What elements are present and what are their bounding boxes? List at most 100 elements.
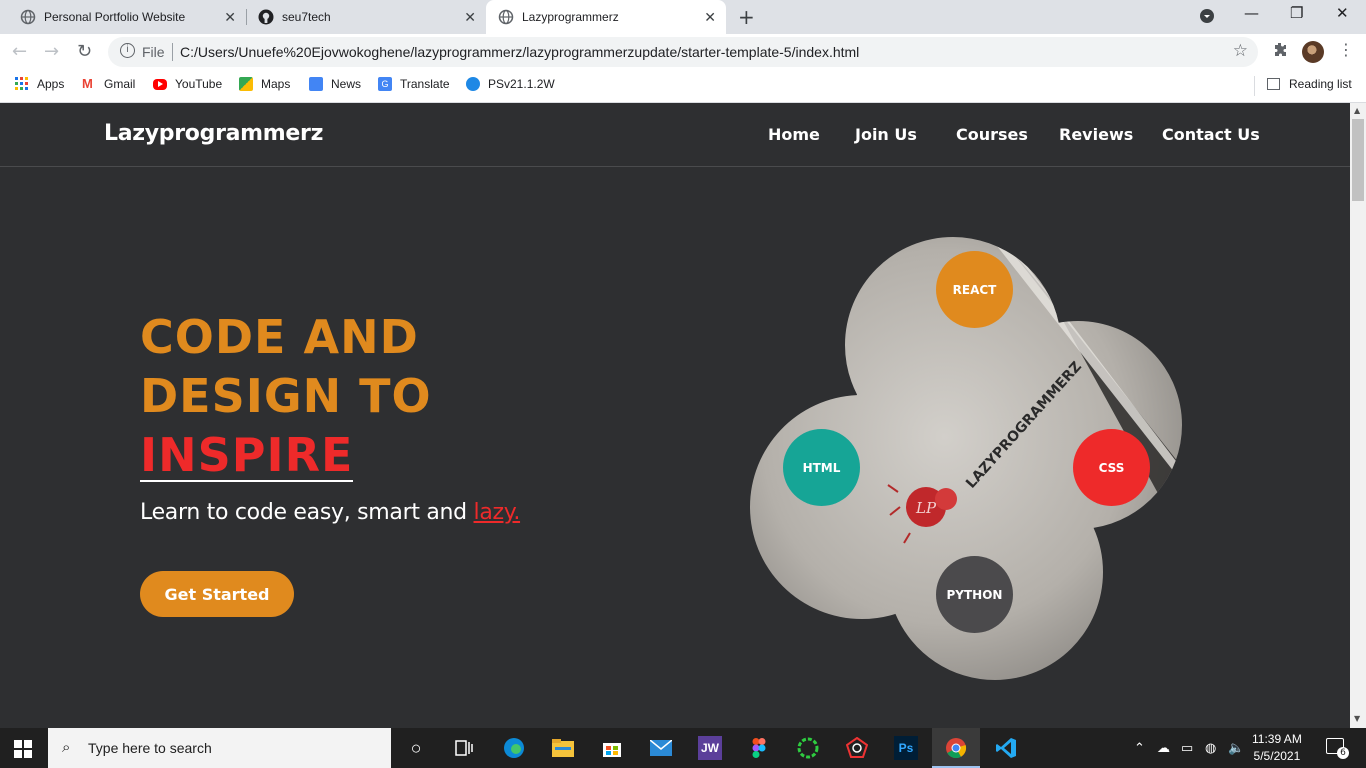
- clock-date: 5/5/2021: [1253, 749, 1301, 763]
- close-tab-icon[interactable]: ✕: [704, 9, 716, 26]
- store-icon[interactable]: [600, 736, 624, 760]
- bookmarks-bar: Apps M Gmail YouTube Maps News G Transla…: [0, 70, 1366, 103]
- reload-icon[interactable]: ↻: [77, 41, 92, 62]
- hero-line-3: INSPIRE: [140, 428, 354, 482]
- bookmark-psv[interactable]: PSv21.1.2W: [466, 77, 555, 91]
- minimize-icon[interactable]: —: [1244, 4, 1259, 22]
- nav-contact-us[interactable]: Contact Us: [1162, 125, 1260, 144]
- get-started-button[interactable]: Get Started: [140, 571, 294, 617]
- close-tab-icon[interactable]: ✕: [224, 9, 236, 26]
- jw-app-icon[interactable]: JW: [698, 736, 722, 760]
- web-page: Lazyprogrammerz Home Join Us Courses Rev…: [0, 103, 1350, 728]
- hero-heading: CODE AND DESIGN TO INSPIRE: [140, 308, 432, 485]
- browser-chrome: Personal Portfolio Website ✕ seu7tech ✕ …: [0, 0, 1366, 103]
- badge-react: REACT: [936, 251, 1013, 328]
- translate-icon: G: [378, 77, 392, 91]
- search-icon: ⌕: [62, 739, 71, 756]
- address-divider: [172, 43, 173, 61]
- profile-avatar[interactable]: [1302, 41, 1324, 63]
- web-app-icon[interactable]: [845, 736, 869, 760]
- bookmark-apps[interactable]: Apps: [15, 77, 64, 91]
- reading-list-label: Reading list: [1289, 77, 1352, 91]
- clock-time: 11:39 AM: [1252, 732, 1302, 746]
- youtube-icon: [153, 78, 167, 90]
- address-bar[interactable]: i File C:/Users/Unuefe%20Ejovwokoghene/l…: [108, 37, 1258, 67]
- network-icon[interactable]: ◍: [1205, 740, 1216, 756]
- close-window-icon[interactable]: ✕: [1336, 4, 1349, 22]
- more-menu-icon[interactable]: ⋮: [1338, 40, 1354, 59]
- tray-chevron-icon[interactable]: ⌃: [1134, 740, 1145, 756]
- tab-strip: Personal Portfolio Website ✕ seu7tech ✕ …: [0, 0, 1366, 34]
- badge-css: CSS: [1073, 429, 1150, 506]
- bookmark-label: Translate: [400, 77, 450, 91]
- bookmark-star-icon[interactable]: ☆: [1233, 41, 1248, 61]
- notification-count: 6: [1337, 747, 1349, 759]
- system-clock[interactable]: 11:39 AM 5/5/2021: [1252, 731, 1302, 765]
- scroll-down-icon[interactable]: ▼: [1354, 714, 1360, 723]
- cortana-icon[interactable]: ○: [404, 736, 428, 760]
- globe-icon: [498, 9, 514, 25]
- site-logo[interactable]: Lazyprogrammerz: [104, 121, 323, 146]
- page-scrollbar[interactable]: ▲ ▼: [1350, 103, 1366, 728]
- chrome-icon: [944, 736, 968, 760]
- tab-seu7tech[interactable]: seu7tech ✕: [238, 0, 486, 34]
- scrollbar-thumb[interactable]: [1352, 119, 1364, 201]
- scroll-up-icon[interactable]: ▲: [1354, 106, 1360, 115]
- url-text[interactable]: C:/Users/Unuefe%20Ejovwokoghene/lazyprog…: [180, 44, 859, 60]
- tab-title: Personal Portfolio Website: [44, 10, 186, 24]
- ps-icon: [466, 77, 480, 91]
- mail-icon[interactable]: [649, 736, 673, 760]
- maps-icon: [239, 77, 253, 91]
- bookmark-translate[interactable]: G Translate: [378, 77, 450, 91]
- bookmark-youtube[interactable]: YouTube: [153, 77, 222, 91]
- battery-icon[interactable]: ▭: [1181, 740, 1193, 756]
- forward-icon[interactable]: →: [44, 41, 59, 62]
- info-icon[interactable]: i: [120, 43, 135, 58]
- figma-icon[interactable]: [747, 736, 771, 760]
- browser-toolbar: ← → ↻ i File C:/Users/Unuefe%20Ejovwokog…: [0, 34, 1366, 70]
- tab-title: seu7tech: [282, 10, 331, 24]
- windows-start-icon[interactable]: [14, 740, 32, 758]
- close-tab-icon[interactable]: ✕: [464, 9, 476, 26]
- nav-reviews[interactable]: Reviews: [1059, 125, 1133, 144]
- reading-list-button[interactable]: Reading list: [1267, 77, 1352, 91]
- photoshop-icon[interactable]: Ps: [894, 736, 918, 760]
- task-view-icon[interactable]: [452, 736, 476, 760]
- bookmark-news[interactable]: News: [309, 77, 361, 91]
- globe-icon: [20, 9, 36, 25]
- file-explorer-icon[interactable]: [551, 736, 575, 760]
- extensions-icon[interactable]: [1272, 42, 1288, 62]
- back-icon[interactable]: ←: [12, 41, 27, 62]
- news-icon: [309, 77, 323, 91]
- gmail-icon: M: [82, 76, 93, 91]
- restore-icon[interactable]: ❐: [1290, 4, 1303, 22]
- bookmarks-divider: [1254, 76, 1255, 96]
- nav-courses[interactable]: Courses: [956, 125, 1028, 144]
- search-placeholder: Type here to search: [88, 740, 212, 756]
- onedrive-icon[interactable]: ☁: [1157, 740, 1170, 756]
- bookmark-maps[interactable]: Maps: [239, 77, 290, 91]
- volume-icon[interactable]: 🔈: [1228, 740, 1244, 756]
- loading-app-icon[interactable]: [796, 736, 820, 760]
- hero-line-2: DESIGN TO: [140, 369, 432, 423]
- chrome-taskbar-active[interactable]: [932, 728, 980, 768]
- hero-image: LP LAZYPROGRAMMERZ REACT HTML CSS PYTHON: [750, 237, 1182, 681]
- hero-line-1: CODE AND: [140, 310, 419, 364]
- windows-taskbar: ⌕ Type here to search ○ JW Ps ⌃ ☁ ▭ ◍ 🔈 …: [0, 728, 1366, 768]
- tab-title: Lazyprogrammerz: [522, 10, 619, 24]
- tab-portfolio[interactable]: Personal Portfolio Website ✕: [0, 0, 246, 34]
- hero-subtitle: Learn to code easy, smart and lazy.: [140, 500, 520, 525]
- subtitle-accent: lazy.: [473, 500, 521, 525]
- taskbar-search-box[interactable]: ⌕ Type here to search: [48, 728, 391, 768]
- notification-center-icon[interactable]: 6: [1326, 738, 1349, 759]
- tab-lazyprogrammerz[interactable]: Lazyprogrammerz ✕: [486, 0, 726, 34]
- badge-python: PYTHON: [936, 556, 1013, 633]
- tab-search-icon[interactable]: [1199, 8, 1215, 28]
- new-tab-button[interactable]: +: [738, 5, 755, 29]
- edge-icon[interactable]: [502, 736, 526, 760]
- scheme-label: File: [142, 44, 165, 60]
- nav-home[interactable]: Home: [768, 125, 820, 144]
- vscode-icon[interactable]: [994, 736, 1018, 760]
- bookmark-gmail[interactable]: M Gmail: [82, 76, 135, 92]
- nav-join-us[interactable]: Join Us: [855, 125, 917, 144]
